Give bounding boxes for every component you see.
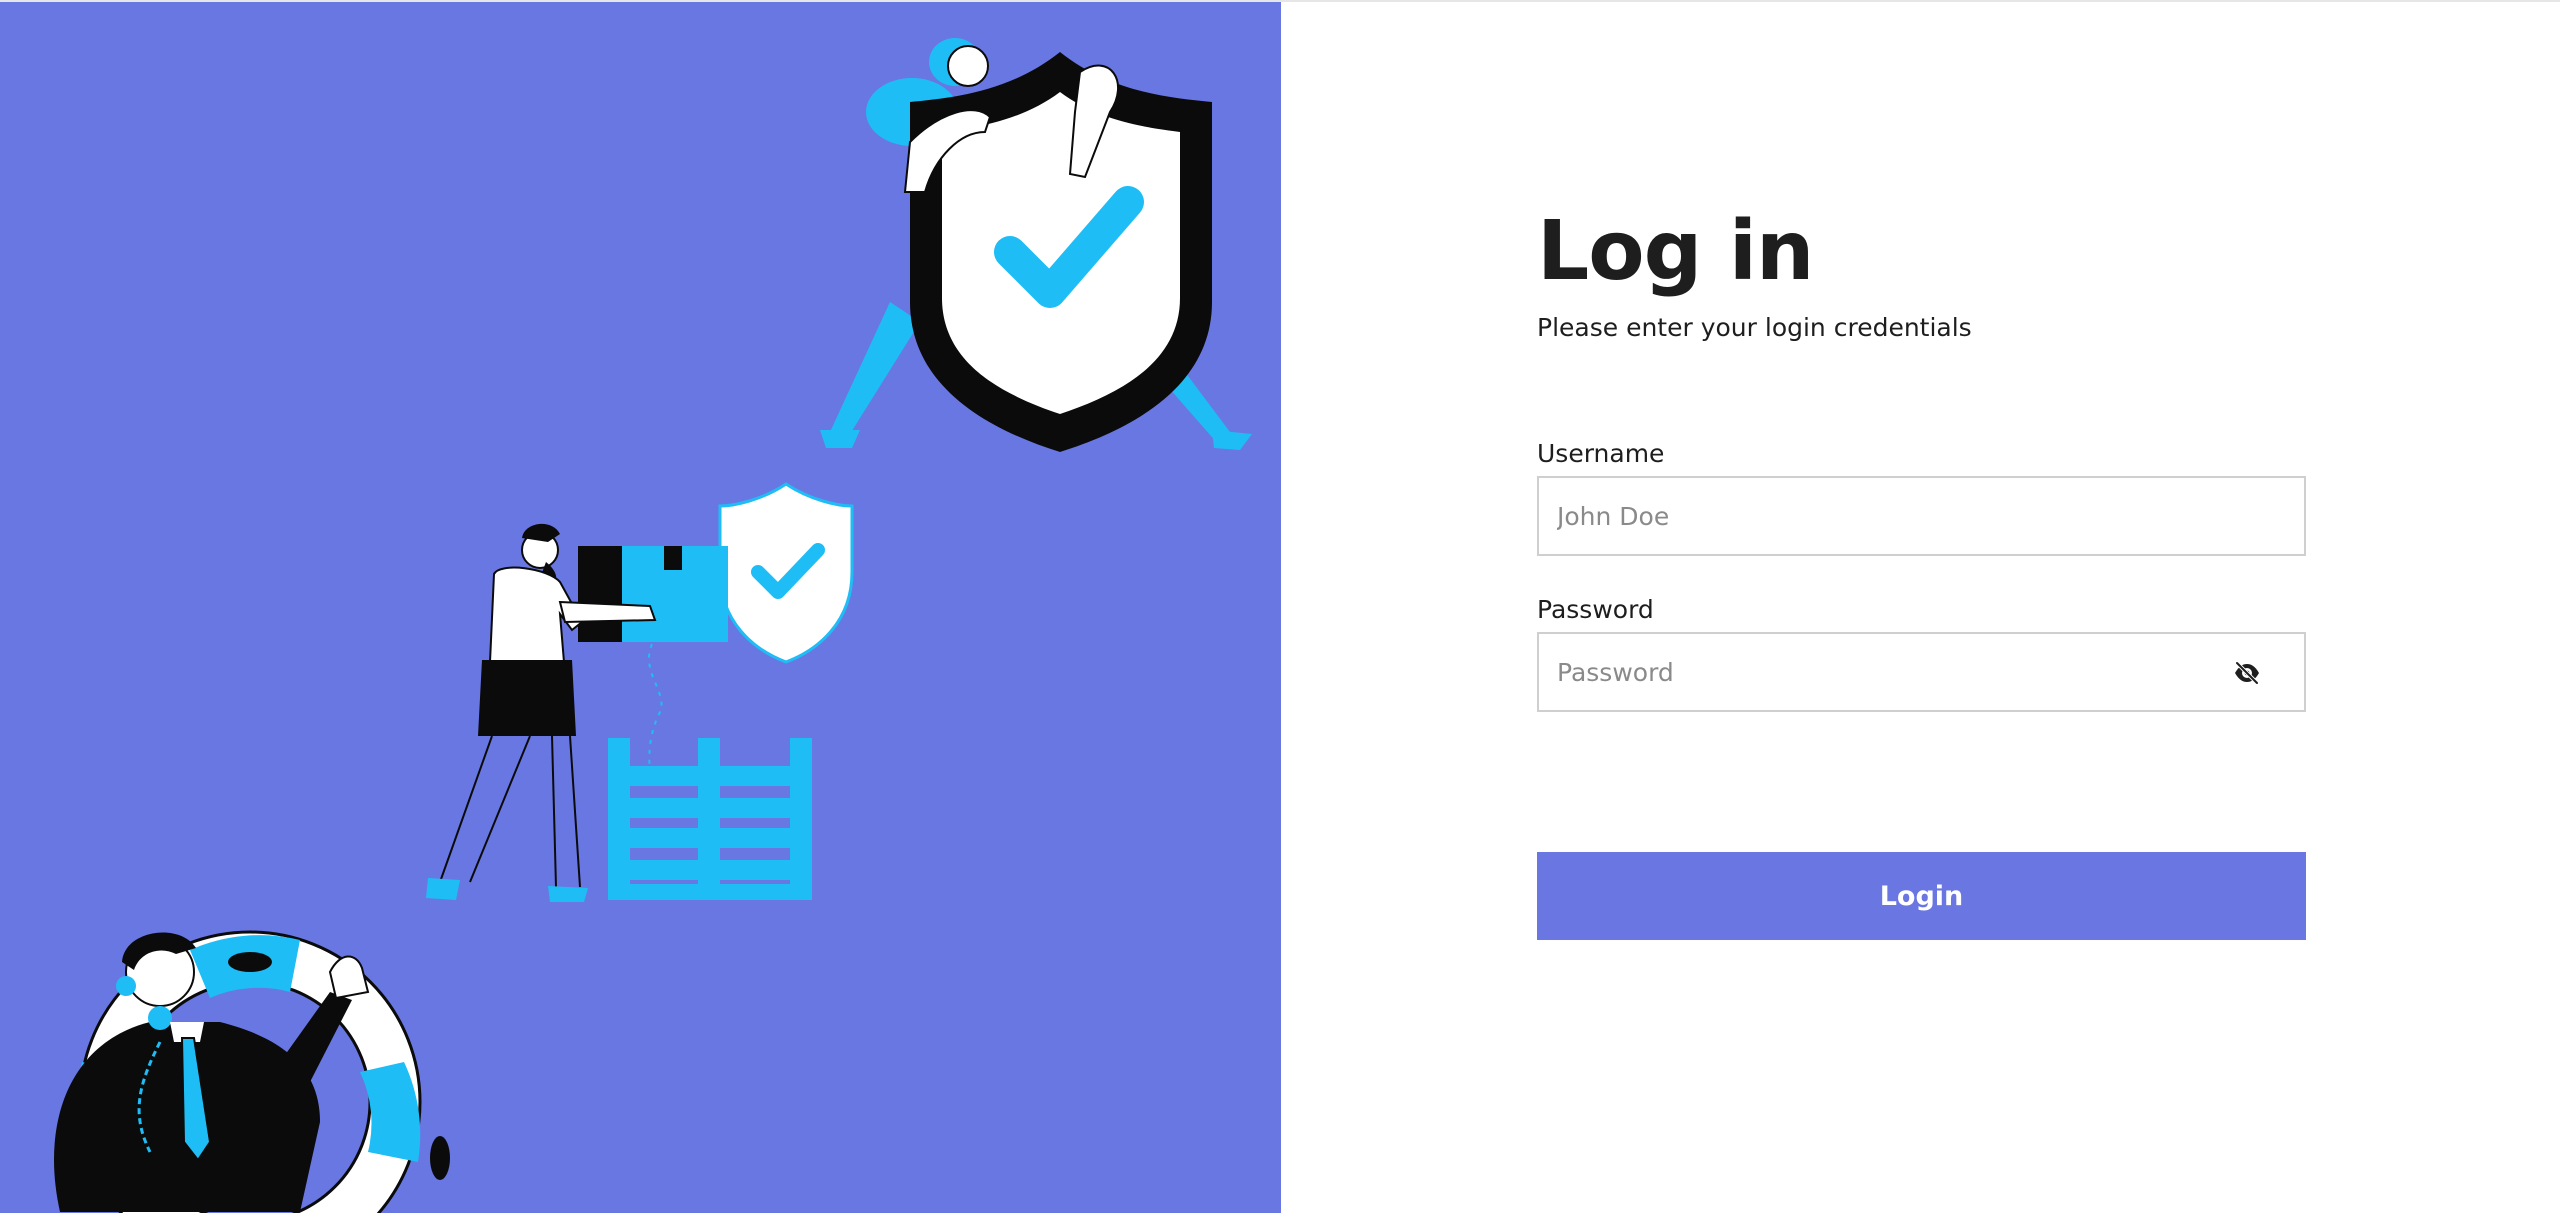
username-input[interactable] (1539, 478, 2304, 554)
man-with-lifebuoy-illustration (54, 930, 450, 1213)
page-title: Log in (1537, 204, 1814, 299)
login-button[interactable]: Login (1537, 852, 2306, 940)
page-subtitle: Please enter your login credentials (1537, 313, 1972, 342)
login-page: Log in Please enter your login credentia… (0, 0, 2560, 1213)
password-label: Password (1537, 595, 1654, 624)
woman-with-shield-illustration (820, 38, 1252, 452)
password-input[interactable] (1539, 634, 2304, 710)
eye-slash-icon[interactable] (2232, 660, 2262, 686)
username-label: Username (1537, 439, 1665, 468)
package-box-icon (578, 546, 728, 642)
illustration-scene (54, 38, 1252, 1213)
password-field-container (1537, 632, 2306, 712)
pallet-icon (608, 738, 812, 900)
login-panel: Log in Please enter your login credentia… (1281, 2, 2560, 1213)
username-field-container (1537, 476, 2306, 556)
shield-check-icon (718, 482, 854, 664)
login-form: Log in Please enter your login credentia… (1537, 202, 2306, 940)
man-with-package-illustration (426, 482, 854, 902)
illustration-panel (0, 2, 1281, 1213)
